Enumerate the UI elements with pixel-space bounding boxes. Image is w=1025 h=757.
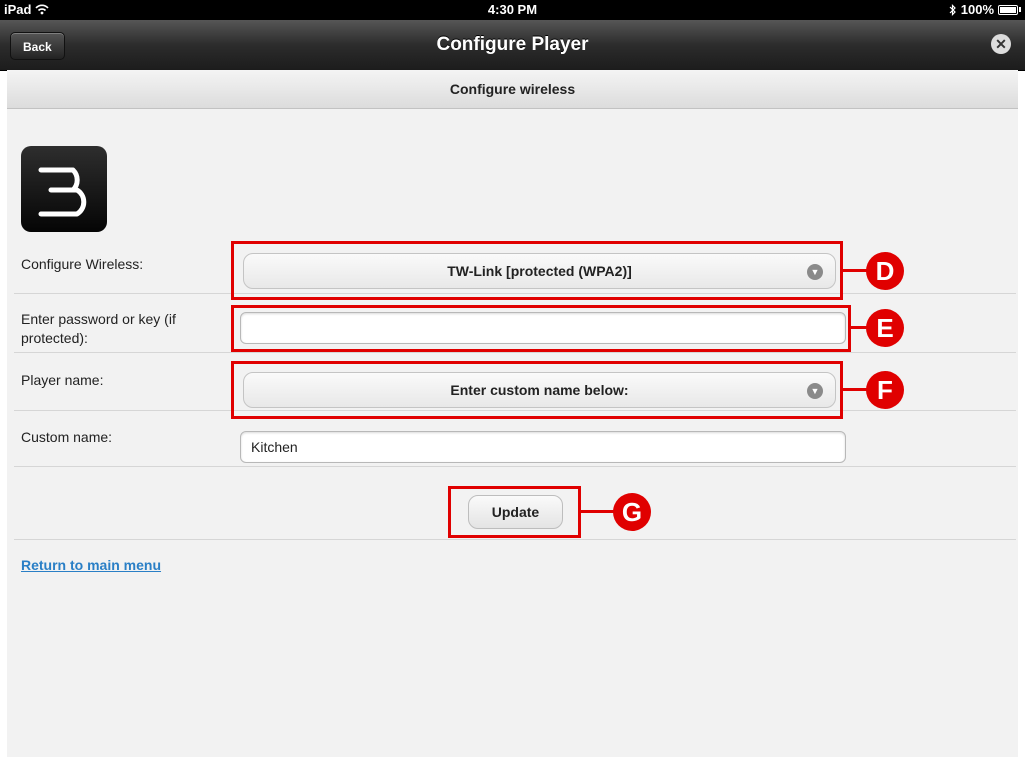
custom-name-field[interactable]: Kitchen [240,431,846,463]
callout-line-d [843,269,868,272]
callout-badge-g: G [613,493,651,531]
callout-line-g [581,510,615,513]
nav-bar: Back Configure Player ✕ [0,20,1025,71]
callout-line-f [843,388,868,391]
custom-name-label: Custom name: [21,429,113,445]
battery-nub [1019,7,1021,12]
callout-box-d [231,241,843,300]
battery-icon [998,4,1018,15]
app-logo [21,146,107,232]
close-icon[interactable]: ✕ [991,34,1011,54]
bluetooth-icon [949,3,956,16]
callout-box-f [231,361,843,419]
divider [14,466,1016,467]
divider [14,352,1016,353]
password-label: Enter password or key (if protected): [21,311,176,346]
logo-mark [38,167,87,217]
page-title: Configure Player [436,34,589,55]
callout-box-e [231,305,851,352]
divider [14,539,1016,540]
callout-badge-d: D [866,252,904,290]
return-to-main-menu-link[interactable]: Return to main menu [21,557,161,573]
player-name-label: Player name: [21,372,104,388]
callout-badge-e: E [866,309,904,347]
wireless-label: Configure Wireless: [21,256,144,272]
status-bar: iPad 4:30 PM 100% [0,0,1025,20]
callout-badge-f: F [866,371,904,409]
section-header: Configure wireless [7,70,1018,109]
main-content: Configure Wireless: TW-Link [protected (… [7,109,1018,757]
status-time: 4:30 PM [487,2,538,17]
callout-box-g [448,486,581,538]
battery-percent: 100% [960,2,994,17]
